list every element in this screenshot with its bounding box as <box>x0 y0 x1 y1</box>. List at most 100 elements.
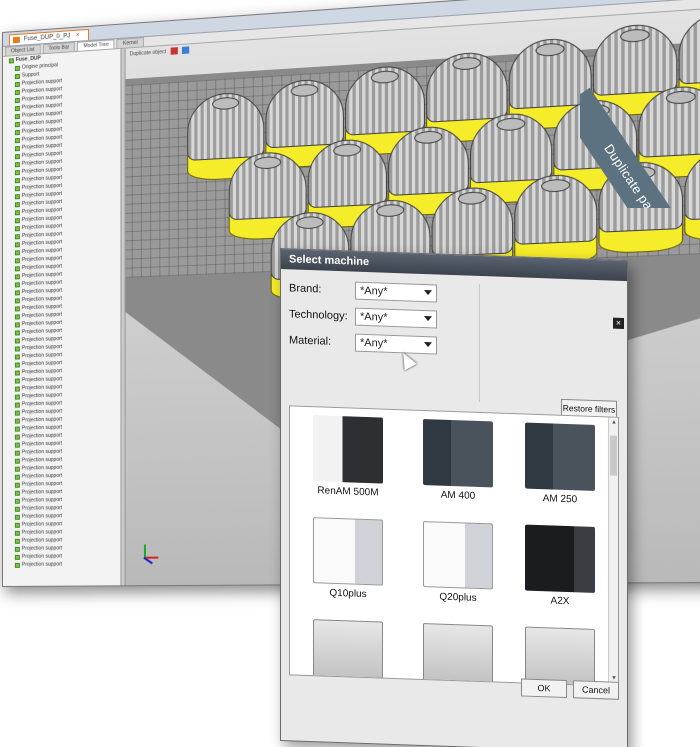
checkbox-icon[interactable] <box>14 329 20 336</box>
checkbox-icon[interactable] <box>14 169 20 175</box>
printed-part[interactable] <box>514 172 598 268</box>
checkbox-icon[interactable] <box>14 65 20 71</box>
checkbox-icon[interactable] <box>14 73 20 79</box>
checkbox-icon[interactable] <box>14 434 20 440</box>
checkbox-icon[interactable] <box>14 265 20 271</box>
checkbox-icon[interactable] <box>14 105 20 111</box>
material-select[interactable]: *Any* <box>355 333 437 355</box>
machine-image <box>423 520 493 590</box>
machine-tile[interactable]: RenAM 500M <box>298 415 398 499</box>
machine-list-scrollbar[interactable]: ▲ ▼ <box>608 417 618 686</box>
checkbox-icon[interactable] <box>14 442 20 448</box>
tree-item-label: Projection support <box>21 561 63 568</box>
checkbox-icon[interactable] <box>14 113 20 119</box>
checkbox-icon[interactable] <box>14 369 20 376</box>
checkbox-icon[interactable] <box>14 337 20 344</box>
checkbox-icon[interactable] <box>14 385 20 392</box>
checkbox-icon[interactable] <box>14 538 20 544</box>
checkbox-icon[interactable] <box>14 273 20 279</box>
checkbox-icon[interactable] <box>14 185 20 191</box>
checkbox-icon[interactable] <box>14 530 20 536</box>
checkbox-icon[interactable] <box>14 97 20 103</box>
checkbox-icon[interactable] <box>14 233 20 239</box>
tree-item[interactable]: Projection support <box>3 560 120 569</box>
checkbox-icon[interactable] <box>14 546 20 552</box>
tree-item-label: Projection support <box>21 553 63 560</box>
machine-tile[interactable]: AM 400 <box>408 418 508 502</box>
machine-tile[interactable]: Q10plus <box>298 517 398 601</box>
checkbox-icon[interactable] <box>14 482 20 488</box>
checkbox-icon[interactable] <box>14 345 20 352</box>
checkbox-icon[interactable] <box>14 514 20 520</box>
checkbox-icon[interactable] <box>14 426 20 432</box>
cancel-button[interactable]: Cancel <box>573 680 619 700</box>
checkbox-icon[interactable] <box>14 474 20 480</box>
checkbox-icon[interactable] <box>14 89 20 95</box>
checkbox-icon[interactable] <box>14 562 20 568</box>
technology-select[interactable]: *Any* <box>355 307 437 329</box>
machine-tile[interactable]: A2X <box>510 524 610 608</box>
checkbox-icon[interactable] <box>14 498 20 504</box>
checkbox-icon[interactable] <box>14 289 20 295</box>
tree-item-label: Projection support <box>21 352 63 360</box>
checkbox-icon[interactable] <box>14 466 20 472</box>
checkbox-icon[interactable] <box>14 121 20 127</box>
tree-item-label: Projection support <box>21 464 63 472</box>
blue-tool-icon[interactable] <box>181 46 189 55</box>
checkbox-icon[interactable] <box>14 161 20 167</box>
checkbox-icon[interactable] <box>14 377 20 384</box>
machine-tile[interactable] <box>298 619 398 687</box>
checkbox-icon[interactable] <box>8 57 14 64</box>
checkbox-icon[interactable] <box>14 81 20 87</box>
technology-filter-row: Technology: *Any* <box>289 303 479 332</box>
axis-triad-icon <box>138 540 161 565</box>
checkbox-icon[interactable] <box>14 458 20 464</box>
checkbox-icon[interactable] <box>14 410 20 416</box>
checkbox-icon[interactable] <box>14 281 20 287</box>
checkbox-icon[interactable] <box>14 145 20 151</box>
checkbox-icon[interactable] <box>14 209 20 215</box>
checkbox-icon[interactable] <box>14 241 20 247</box>
machine-tile[interactable]: AM 250 <box>510 422 610 506</box>
printed-part[interactable] <box>684 146 700 244</box>
tree-item-label: Projection support <box>21 497 63 504</box>
machine-name: AM 400 <box>440 489 476 502</box>
tab-kernel[interactable]: Kernel <box>116 37 144 49</box>
checkbox-icon[interactable] <box>14 137 20 143</box>
checkbox-icon[interactable] <box>14 193 20 199</box>
checkbox-icon[interactable] <box>14 554 20 560</box>
checkbox-icon[interactable] <box>14 522 20 528</box>
checkbox-icon[interactable] <box>14 418 20 424</box>
checkbox-icon[interactable] <box>14 321 20 328</box>
machine-tile[interactable] <box>408 622 508 687</box>
checkbox-icon[interactable] <box>14 257 20 263</box>
checkbox-icon[interactable] <box>14 217 20 223</box>
checkbox-icon[interactable] <box>14 129 20 135</box>
checkbox-icon[interactable] <box>14 225 20 231</box>
checkbox-icon[interactable] <box>14 177 20 183</box>
checkbox-icon[interactable] <box>14 393 20 400</box>
printed-part[interactable] <box>598 159 684 256</box>
checkbox-icon[interactable] <box>14 506 20 512</box>
checkbox-icon[interactable] <box>14 297 20 303</box>
checkbox-icon[interactable] <box>14 402 20 408</box>
checkbox-icon[interactable] <box>14 490 20 496</box>
checkbox-icon[interactable] <box>14 153 20 159</box>
checkbox-icon[interactable] <box>14 313 20 320</box>
checkbox-icon[interactable] <box>14 450 20 456</box>
machine-image <box>313 619 383 687</box>
checkbox-icon[interactable] <box>14 201 20 207</box>
checkbox-icon[interactable] <box>14 249 20 255</box>
red-tool-icon[interactable] <box>170 47 178 55</box>
ok-button[interactable]: OK <box>521 678 567 699</box>
close-icon[interactable]: × <box>613 317 624 330</box>
close-icon[interactable]: × <box>76 33 80 39</box>
brand-select[interactable]: *Any* <box>355 281 437 303</box>
scroll-up-icon[interactable]: ▲ <box>610 420 618 428</box>
checkbox-icon[interactable] <box>14 353 20 360</box>
checkbox-icon[interactable] <box>14 361 20 368</box>
tree-item-label: Projection support <box>21 376 63 384</box>
scroll-thumb[interactable] <box>610 435 617 476</box>
machine-tile[interactable]: Q20plus <box>408 520 508 604</box>
checkbox-icon[interactable] <box>14 305 20 312</box>
